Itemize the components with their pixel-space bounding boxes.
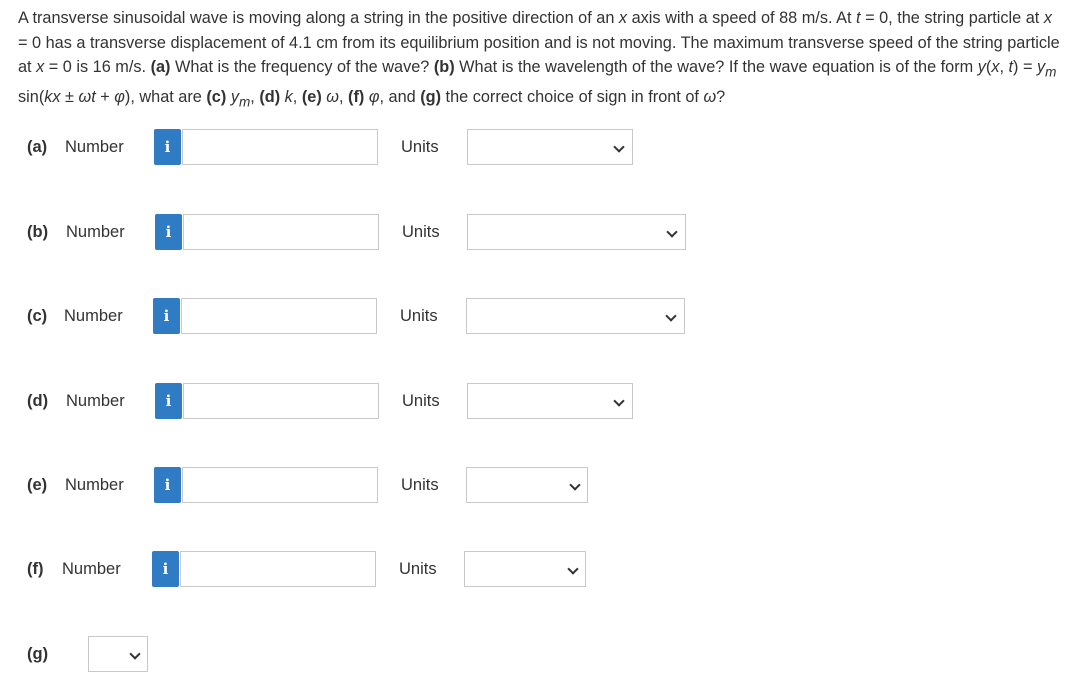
info-icon[interactable]: i	[152, 551, 179, 587]
number-label-a: Number	[65, 138, 124, 156]
units-label-a: Units	[401, 138, 439, 156]
number-input-f[interactable]	[180, 551, 376, 587]
info-icon[interactable]: i	[155, 214, 182, 250]
answer-row-f: (f) Number i Units	[0, 550, 600, 588]
number-input-d[interactable]	[183, 383, 379, 419]
units-label-b: Units	[402, 223, 440, 241]
chevron-down-icon	[613, 141, 625, 153]
number-label-d: Number	[66, 392, 125, 410]
chevron-down-icon	[666, 226, 678, 238]
part-label-g: (g)	[27, 645, 49, 663]
units-label-e: Units	[401, 476, 439, 494]
answer-row-e: (e) Number i Units	[0, 466, 600, 504]
number-input-c[interactable]	[181, 298, 377, 334]
chevron-down-icon	[569, 479, 581, 491]
info-icon[interactable]: i	[154, 129, 181, 165]
info-icon[interactable]: i	[154, 467, 181, 503]
units-select-b[interactable]	[467, 214, 686, 250]
number-label-c: Number	[64, 307, 123, 325]
number-input-e[interactable]	[182, 467, 378, 503]
number-input-a[interactable]	[182, 129, 378, 165]
number-label-f: Number	[62, 560, 121, 578]
part-label-a: (a)	[27, 138, 48, 156]
number-label-e: Number	[65, 476, 124, 494]
units-label-d: Units	[402, 392, 440, 410]
part-label-c: (c)	[27, 307, 48, 325]
answer-row-b: (b) Number i Units	[0, 213, 690, 251]
info-icon[interactable]: i	[153, 298, 180, 334]
units-label-f: Units	[399, 560, 437, 578]
units-select-e[interactable]	[466, 467, 588, 503]
chevron-down-icon	[567, 563, 579, 575]
units-select-c[interactable]	[466, 298, 685, 334]
number-input-b[interactable]	[183, 214, 379, 250]
units-select-f[interactable]	[464, 551, 586, 587]
chevron-down-icon	[613, 395, 625, 407]
sign-select-g[interactable]	[88, 636, 148, 672]
info-icon[interactable]: i	[155, 383, 182, 419]
answer-row-c: (c) Number i Units	[0, 297, 690, 335]
answer-row-a: (a) Number i Units	[0, 128, 640, 166]
units-select-d[interactable]	[467, 383, 633, 419]
question-text: A transverse sinusoidal wave is moving a…	[18, 9, 1060, 110]
chevron-down-icon	[129, 648, 141, 660]
chevron-down-icon	[665, 310, 677, 322]
units-label-c: Units	[400, 307, 438, 325]
units-select-a[interactable]	[467, 129, 633, 165]
part-label-b: (b)	[27, 223, 49, 241]
answer-row-d: (d) Number i Units	[0, 382, 640, 420]
part-label-f: (f)	[27, 560, 44, 578]
part-label-e: (e)	[27, 476, 48, 494]
part-label-d: (d)	[27, 392, 49, 410]
number-label-b: Number	[66, 223, 125, 241]
